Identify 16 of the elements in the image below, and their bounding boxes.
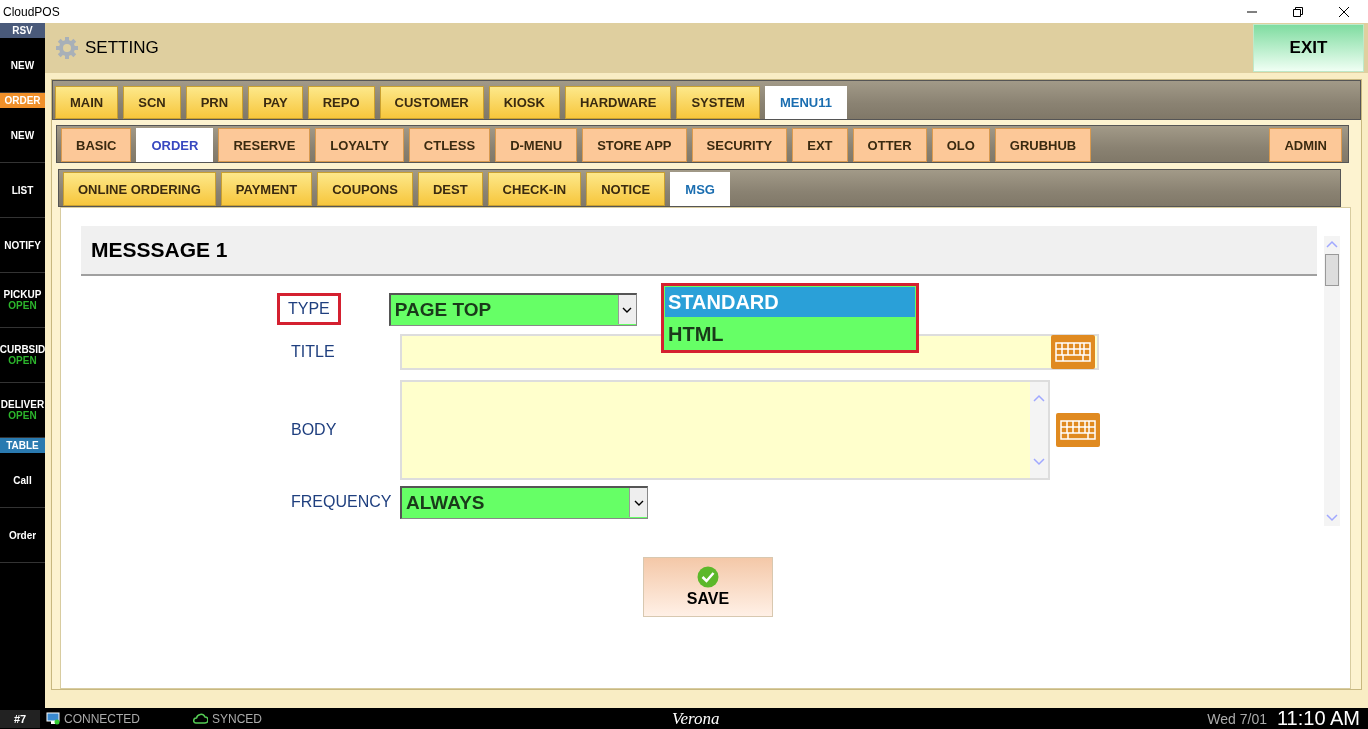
clock-time: 11:10 AM [1276,707,1360,729]
sidebar-header: ORDER [0,93,45,108]
field-label: TITLE [290,343,336,361]
window-title: CloudPOS [2,4,60,19]
station-badge: #7 [0,709,40,728]
date-text: Wed 7/01 [1207,710,1267,727]
sidebar-header: TABLE [0,438,45,453]
page-title: SETTING [85,38,159,58]
field-label: BODY [290,421,338,439]
sidebar-header: RSV [0,23,45,38]
store-name: Verona [672,708,720,729]
connection-status: CONNECTED [64,711,140,726]
field-label: TYPE [280,296,338,322]
section-title: MESSSAGE 1 [91,238,228,262]
field-label: FREQUENCY [290,493,393,511]
sync-status: SYNCED [212,711,263,726]
